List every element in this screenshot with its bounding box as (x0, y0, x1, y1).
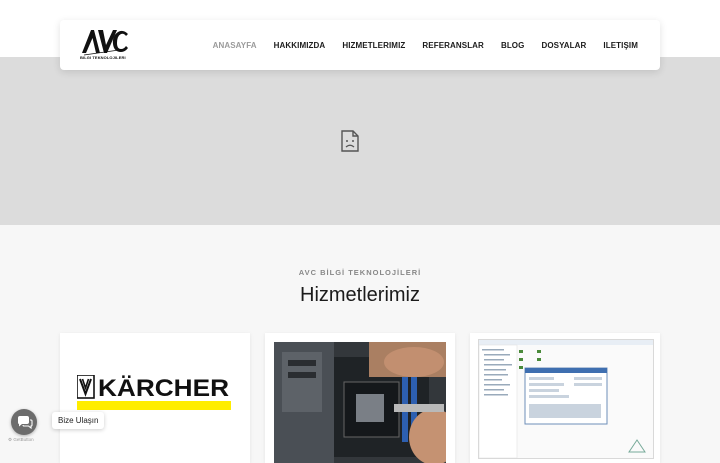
logo-subtext: BILGI TEKNOLOJILERI (80, 55, 126, 60)
credit-icon: ⚙ (8, 437, 13, 442)
site-header: BILGI TEKNOLOJILERI ANASAYFA HAKKIMIZDA … (60, 20, 660, 70)
nav-item-hizmetlerimiz[interactable]: HIZMETLERIMIZ (342, 41, 405, 50)
broken-image-icon (341, 130, 359, 152)
service-card-hardware[interactable] (265, 333, 455, 463)
contact-widget-button[interactable] (11, 409, 37, 435)
contact-widget-label[interactable]: Bize Ulaşın (52, 412, 105, 429)
software-window-screenshot (478, 339, 654, 459)
nav-item-referanslar[interactable]: REFERANSLAR (422, 41, 484, 50)
nav-item-anasayfa[interactable]: ANASAYFA (213, 41, 257, 50)
nav-item-iletisim[interactable]: ILETIŞIM (603, 41, 638, 50)
section-title: Hizmetlerimiz (300, 284, 420, 306)
service-card-karcher[interactable]: KÄRCHER (60, 333, 250, 463)
karcher-logo: KÄRCHER (77, 375, 231, 410)
main-nav: ANASAYFA HAKKIMIZDA HIZMETLERIMIZ REFERA… (213, 20, 638, 70)
hero-banner (0, 57, 720, 225)
getbutton-credit[interactable]: ⚙ GetButton (8, 437, 34, 443)
chat-bubbles-icon (18, 416, 33, 430)
nav-item-dosyalar[interactable]: DOSYALAR (541, 41, 586, 50)
section-eyebrow: AVC BİLGİ TEKNOLOJİLERİ (298, 268, 422, 277)
nav-item-blog[interactable]: BLOG (501, 41, 525, 50)
service-card-software[interactable] (470, 333, 660, 463)
credit-text: GetButton (13, 437, 34, 442)
motherboard-repair-photo (274, 342, 446, 463)
karcher-wordmark: KÄRCHER (98, 375, 229, 402)
nav-item-hakkimizda[interactable]: HAKKIMIZDA (274, 41, 326, 50)
